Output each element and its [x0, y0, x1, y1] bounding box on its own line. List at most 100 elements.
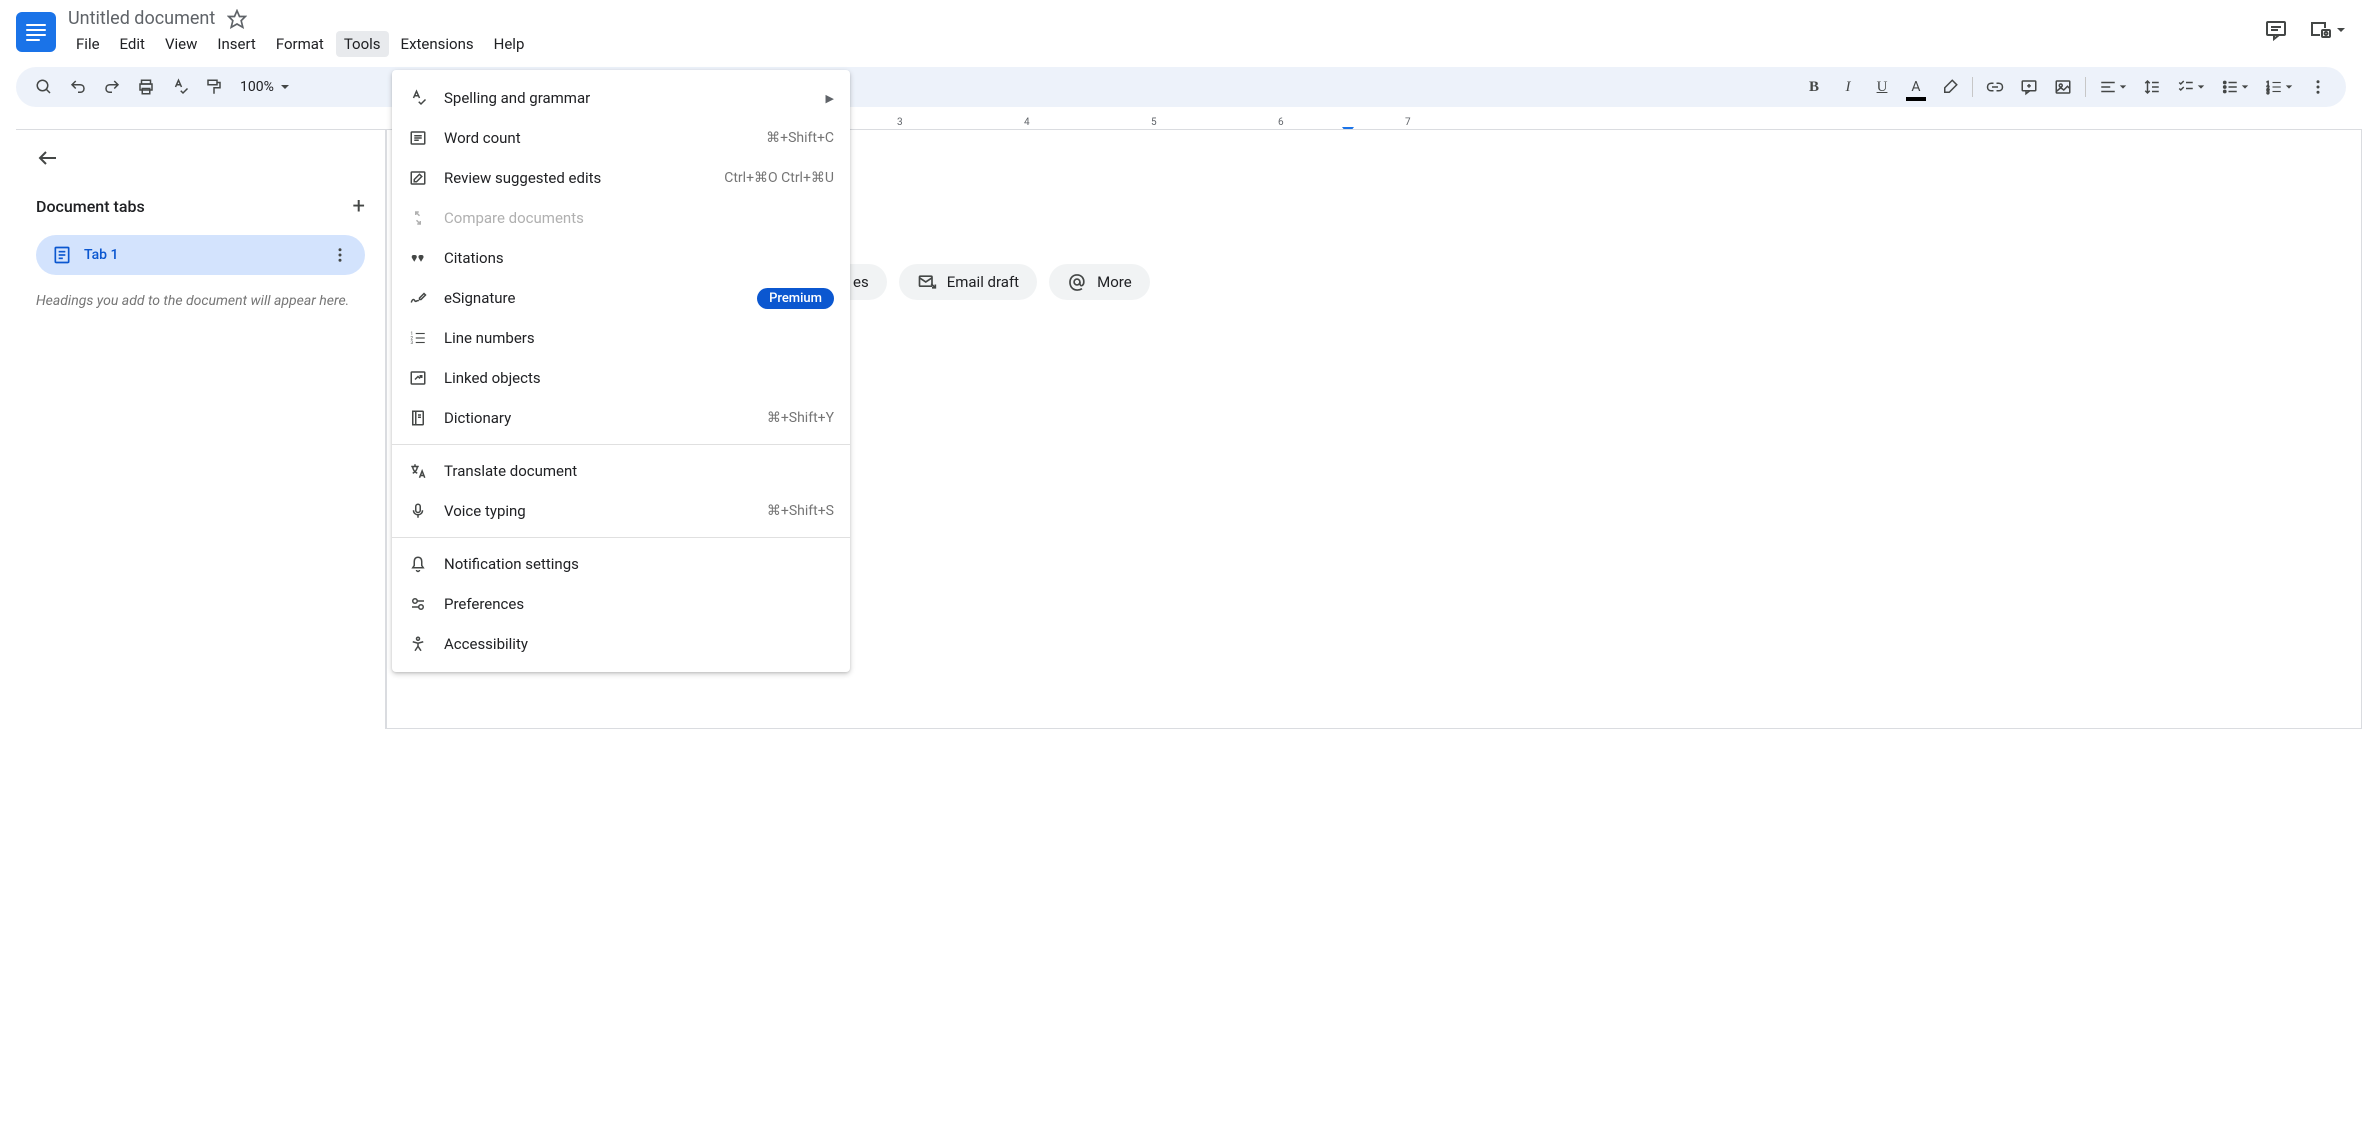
menu-item-label: eSignature [444, 289, 741, 307]
add-comment-icon[interactable] [2013, 71, 2045, 103]
compare-icon [408, 208, 428, 228]
wordcount-icon [408, 128, 428, 148]
star-icon[interactable] [227, 9, 247, 29]
menu-edit[interactable]: Edit [112, 31, 153, 57]
sidebar-title: Document tabs [36, 197, 145, 216]
menu-item-voice-typing[interactable]: Voice typing⌘+Shift+S [392, 491, 850, 531]
linked-icon [408, 368, 428, 388]
menu-item-citations[interactable]: Citations [392, 238, 850, 278]
zoom-selector[interactable]: 100% [232, 79, 298, 95]
spellcheck-icon[interactable] [164, 71, 196, 103]
svg-text:3: 3 [411, 340, 414, 346]
numbered-list-button[interactable]: 123 [2258, 71, 2300, 103]
menu-item-dictionary[interactable]: Dictionary ⌘+Shift+Y [392, 398, 850, 438]
tab-more-icon[interactable] [331, 246, 349, 264]
document-tabs-sidebar: Document tabs + Tab 1 Headings you add t… [16, 129, 386, 729]
email-icon [917, 272, 937, 292]
dictionary-icon [408, 408, 428, 428]
line-spacing-button[interactable] [2136, 71, 2168, 103]
paint-format-icon[interactable] [198, 71, 230, 103]
chip-partial[interactable]: es [847, 264, 887, 300]
notification-icon [408, 554, 428, 574]
menu-file[interactable]: File [68, 31, 108, 57]
ruler-tick: 6 [1278, 117, 1284, 128]
menu-item-label: Line numbers [444, 329, 834, 347]
tab-item[interactable]: Tab 1 [36, 235, 365, 275]
menu-item-label: Review suggested edits [444, 169, 708, 187]
menu-item-label: Translate document [444, 462, 834, 480]
more-toolbar-icon[interactable] [2302, 71, 2334, 103]
toolbar: 100% B I U A 123 [16, 67, 2346, 107]
chip-more[interactable]: More [1049, 264, 1150, 300]
menu-help[interactable]: Help [486, 31, 533, 57]
ruler-tick: 3 [897, 117, 903, 128]
print-icon[interactable] [130, 71, 162, 103]
menu-shortcut: ⌘+Shift+S [767, 503, 834, 519]
menu-item-label: Accessibility [444, 635, 834, 653]
menu-item-linked-objects[interactable]: Linked objects [392, 358, 850, 398]
bulleted-list-button[interactable] [2214, 71, 2256, 103]
menu-item-accessibility[interactable]: Accessibility [392, 624, 850, 664]
search-icon[interactable] [28, 71, 60, 103]
docs-logo[interactable] [16, 12, 56, 52]
menu-separator [392, 444, 850, 445]
ruler-tick: 7 [1405, 117, 1411, 128]
highlight-icon[interactable] [1934, 71, 1966, 103]
align-button[interactable] [2092, 71, 2134, 103]
chip-email-draft[interactable]: Email draft [899, 264, 1037, 300]
menu-item-review-suggested-edits[interactable]: Review suggested edits Ctrl+⌘O Ctrl+⌘U [392, 158, 850, 198]
menu-item-label: Word count [444, 129, 750, 147]
bold-button[interactable]: B [1798, 71, 1830, 103]
spellcheck-icon [408, 88, 428, 108]
menu-item-label: Citations [444, 249, 834, 267]
menu-bar: File Edit View Insert Format Tools Exten… [68, 31, 2264, 57]
preferences-icon [408, 594, 428, 614]
menu-view[interactable]: View [157, 31, 205, 57]
text-color-button[interactable]: A [1900, 71, 1932, 103]
menu-separator [392, 537, 850, 538]
chip-label: More [1097, 273, 1132, 291]
menu-item-label: Compare documents [444, 209, 834, 227]
underline-button[interactable]: U [1866, 71, 1898, 103]
sidebar-hint: Headings you add to the document will ap… [36, 291, 365, 312]
zoom-value: 100% [240, 79, 274, 95]
italic-button[interactable]: I [1832, 71, 1864, 103]
ruler-tick: 4 [1024, 117, 1030, 128]
accessibility-icon [408, 634, 428, 654]
menu-item-translate-document[interactable]: Translate document [392, 451, 850, 491]
menu-insert[interactable]: Insert [209, 31, 263, 57]
menu-item-word-count[interactable]: Word count ⌘+Shift+C [392, 118, 850, 158]
menu-item-esignature[interactable]: eSignaturePremium [392, 278, 850, 318]
tab-doc-icon [52, 245, 72, 265]
menu-shortcut: ⌘+Shift+Y [767, 410, 834, 426]
add-tab-icon[interactable]: + [353, 194, 365, 219]
link-icon[interactable] [1979, 71, 2011, 103]
redo-icon[interactable] [96, 71, 128, 103]
menu-shortcut: Ctrl+⌘O Ctrl+⌘U [724, 170, 834, 186]
document-title[interactable]: Untitled document [68, 8, 215, 29]
insert-image-icon[interactable] [2047, 71, 2079, 103]
menu-extensions[interactable]: Extensions [393, 31, 482, 57]
menu-item-notification-settings[interactable]: Notification settings [392, 544, 850, 584]
translate-icon [408, 461, 428, 481]
tools-dropdown: Spelling and grammar▶ Word count ⌘+Shift+C… [392, 70, 850, 672]
tab-label: Tab 1 [84, 247, 319, 263]
menu-item-line-numbers[interactable]: 123Line numbers [392, 318, 850, 358]
checklist-button[interactable] [2170, 71, 2212, 103]
menu-format[interactable]: Format [268, 31, 332, 57]
menu-shortcut: ⌘+Shift+C [766, 130, 834, 146]
voice-icon [408, 501, 428, 521]
menu-item-label: Dictionary [444, 409, 751, 427]
vertical-ruler [0, 135, 16, 729]
chip-label: es [853, 273, 869, 291]
citations-icon [408, 248, 428, 268]
menu-item-spelling-and-grammar[interactable]: Spelling and grammar▶ [392, 78, 850, 118]
undo-icon[interactable] [62, 71, 94, 103]
menu-item-label: Notification settings [444, 555, 834, 573]
menu-tools[interactable]: Tools [336, 31, 389, 57]
menu-item-preferences[interactable]: Preferences [392, 584, 850, 624]
comment-history-icon[interactable] [2264, 18, 2288, 42]
present-icon[interactable] [2308, 18, 2346, 42]
back-icon[interactable] [36, 146, 60, 170]
menu-item-compare-documents: Compare documents [392, 198, 850, 238]
